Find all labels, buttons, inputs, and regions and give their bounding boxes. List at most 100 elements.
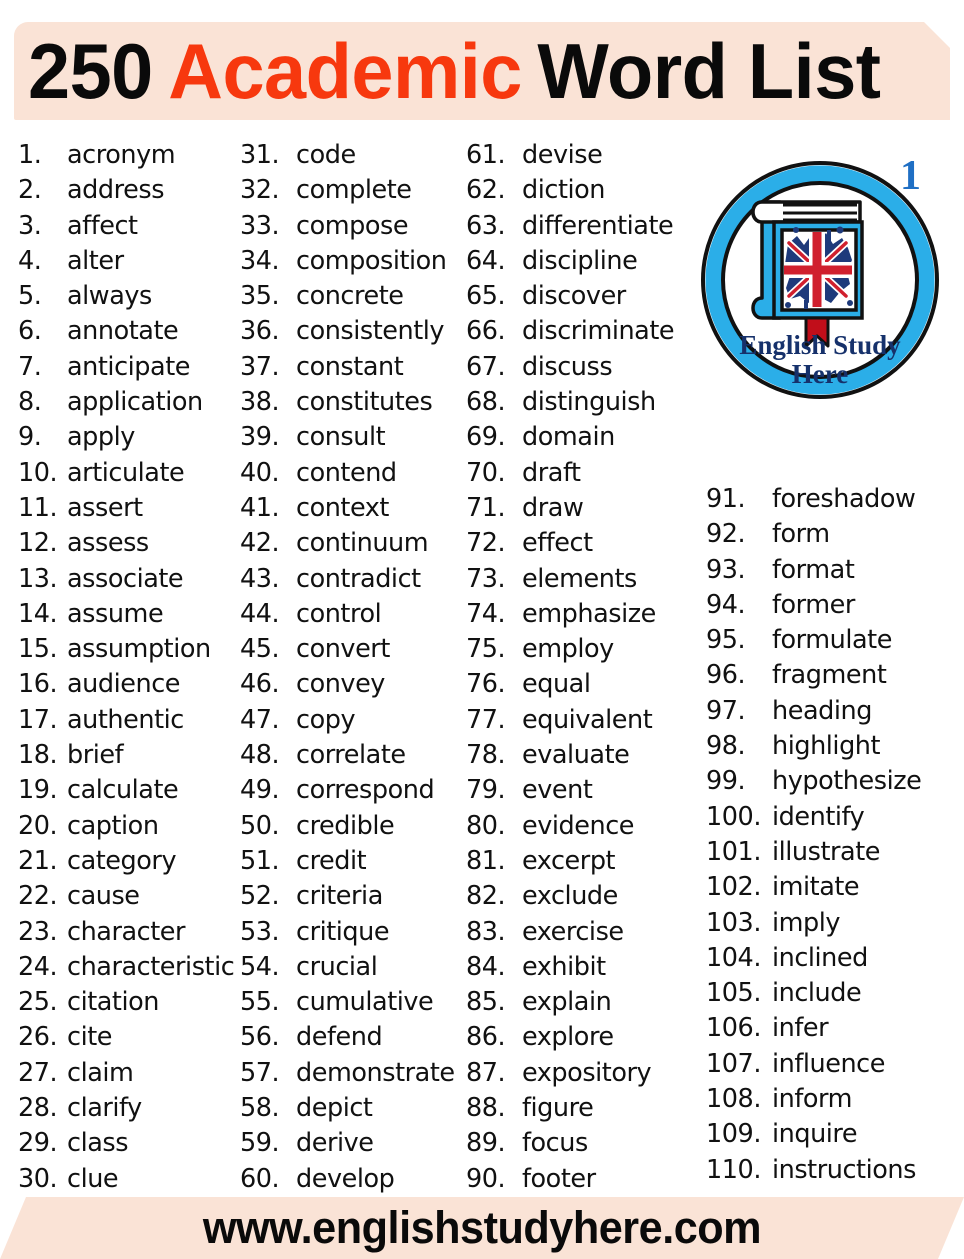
word-item-text: affect xyxy=(67,210,138,241)
word-item-text: articulate xyxy=(67,457,185,488)
word-item-text: exercise xyxy=(522,916,624,947)
word-item-number: 27. xyxy=(18,1057,58,1088)
word-list-item: 81. excerpt xyxy=(466,844,696,879)
word-item-number: 57. xyxy=(240,1057,280,1088)
word-item-text: consistently xyxy=(296,316,445,347)
word-list-item: 5. always xyxy=(18,279,240,314)
word-item-number: 31. xyxy=(240,140,280,170)
word-item-text: convey xyxy=(296,669,385,700)
word-list-page: 250 Academic Word List 1. acronym 2. addres… xyxy=(0,0,964,1259)
word-item-number: 37. xyxy=(240,351,280,382)
word-item-text: derive xyxy=(296,1128,374,1159)
word-list-item: 66. discriminate xyxy=(466,314,696,349)
word-item-text: associate xyxy=(67,563,184,594)
word-item-number: 6. xyxy=(18,316,42,347)
word-item-number: 110. xyxy=(706,1154,761,1185)
word-list-item: 1. acronym xyxy=(18,138,240,173)
word-item-number: 72. xyxy=(466,528,506,559)
word-item-text: equivalent xyxy=(522,704,653,735)
word-item-number: 41. xyxy=(240,492,280,523)
word-item-number: 106. xyxy=(706,1013,761,1044)
word-list-item: 83. exercise xyxy=(466,915,696,950)
word-item-number: 56. xyxy=(240,1022,280,1053)
word-item-number: 96. xyxy=(706,660,746,691)
word-item-text: diction xyxy=(522,175,605,206)
word-item-number: 98. xyxy=(706,731,746,762)
word-list-item: 14. assume xyxy=(18,597,240,632)
word-item-text: assess xyxy=(67,528,149,559)
word-item-text: inform xyxy=(772,1084,853,1115)
word-item-number: 49. xyxy=(240,775,280,806)
word-item-number: 35. xyxy=(240,281,280,312)
word-item-text: clarify xyxy=(67,1093,142,1124)
word-list-item: 56. defend xyxy=(240,1020,462,1055)
word-item-text: form xyxy=(772,519,830,550)
word-item-number: 7. xyxy=(18,351,42,382)
word-item-number: 105. xyxy=(706,978,761,1009)
word-list-item: 61. devise xyxy=(466,138,696,173)
word-item-text: figure xyxy=(522,1093,594,1124)
word-list-item: 98. highlight xyxy=(706,729,956,764)
word-column-4: 91. foreshadow 92. form 93. format 94. former 95… xyxy=(706,482,956,1188)
word-item-number: 42. xyxy=(240,528,280,559)
word-item-text: distinguish xyxy=(522,387,656,418)
title-rest: Word List xyxy=(537,26,881,115)
word-list-item: 104. inclined xyxy=(706,941,956,976)
word-list-item: 7. anticipate xyxy=(18,350,240,385)
word-item-text: footer xyxy=(522,1163,596,1194)
word-item-number: 9. xyxy=(18,422,42,453)
word-item-number: 10. xyxy=(18,457,58,488)
word-item-text: citation xyxy=(67,987,159,1018)
word-item-number: 20. xyxy=(18,810,58,841)
word-list-item: 93. format xyxy=(706,553,956,588)
word-item-number: 91. xyxy=(706,484,746,514)
word-item-text: assert xyxy=(67,492,143,523)
word-item-text: cause xyxy=(67,881,140,912)
word-item-text: cite xyxy=(67,1022,112,1053)
word-item-text: formulate xyxy=(772,625,892,656)
word-item-number: 77. xyxy=(466,704,506,735)
word-list-item: 100. identify xyxy=(706,800,956,835)
word-list-item: 17. authentic xyxy=(18,703,240,738)
word-item-text: apply xyxy=(67,422,135,453)
word-item-text: illustrate xyxy=(772,836,880,867)
word-item-number: 28. xyxy=(18,1093,58,1124)
word-item-text: demonstrate xyxy=(296,1057,455,1088)
word-item-text: emphasize xyxy=(522,598,656,629)
word-item-text: compose xyxy=(296,210,409,241)
word-item-text: credible xyxy=(296,810,395,841)
word-list-item: 41. context xyxy=(240,491,462,526)
word-item-text: exhibit xyxy=(522,951,606,982)
word-item-number: 85. xyxy=(466,987,506,1018)
word-list-item: 76. equal xyxy=(466,667,696,702)
title-count: 250 xyxy=(28,26,153,115)
page-number-badge: 1 xyxy=(900,153,921,199)
word-item-text: draw xyxy=(522,492,584,523)
word-item-text: complete xyxy=(296,175,412,206)
word-item-text: instructions xyxy=(772,1154,916,1185)
word-item-number: 97. xyxy=(706,695,746,726)
word-list-item: 96. fragment xyxy=(706,658,956,693)
word-list-item: 13. associate xyxy=(18,562,240,597)
word-item-number: 18. xyxy=(18,740,58,771)
word-list-item: 8. application xyxy=(18,385,240,420)
word-list-item: 95. formulate xyxy=(706,623,956,658)
word-item-number: 52. xyxy=(240,881,280,912)
word-list-item: 78. evaluate xyxy=(466,738,696,773)
word-item-number: 19. xyxy=(18,775,58,806)
word-item-number: 60. xyxy=(240,1163,280,1194)
word-item-text: crucial xyxy=(296,951,378,982)
word-item-number: 53. xyxy=(240,916,280,947)
word-item-text: anticipate xyxy=(67,351,190,382)
word-item-number: 21. xyxy=(18,845,58,876)
word-list-item: 36. consistently xyxy=(240,314,462,349)
word-list-item: 16. audience xyxy=(18,667,240,702)
word-item-number: 86. xyxy=(466,1022,506,1053)
word-list-item: 35. concrete xyxy=(240,279,462,314)
word-list-item: 97. heading xyxy=(706,694,956,729)
word-item-text: focus xyxy=(522,1128,588,1159)
word-item-number: 15. xyxy=(18,634,58,665)
word-list-item: 18. brief xyxy=(18,738,240,773)
word-item-text: cumulative xyxy=(296,987,434,1018)
word-list-item: 28. clarify xyxy=(18,1091,240,1126)
